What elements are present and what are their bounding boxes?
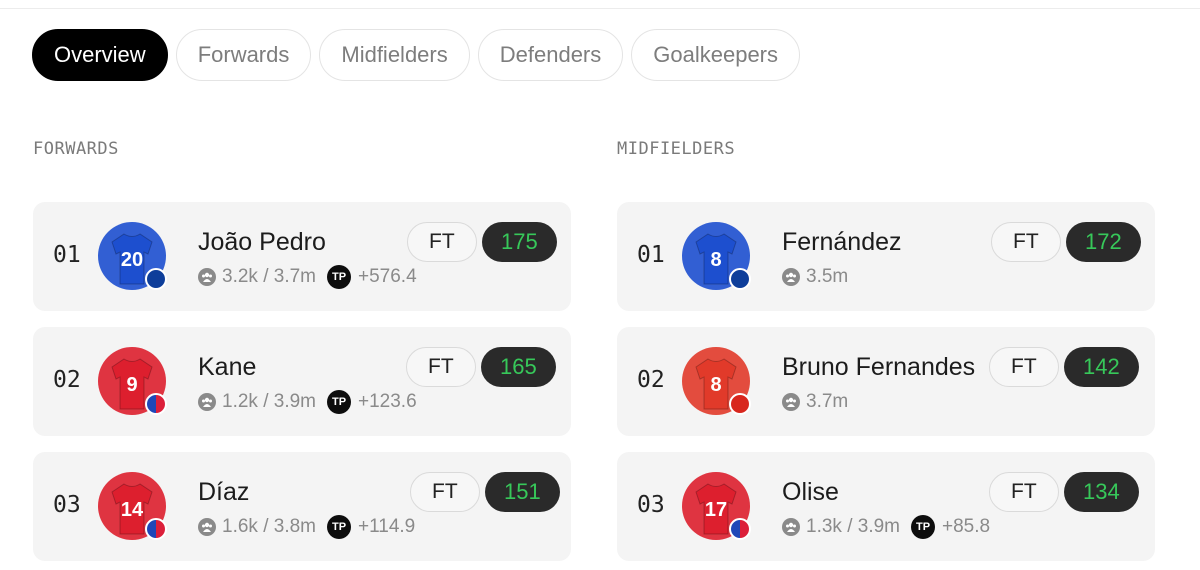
player-name: Bruno Fernandes [782, 353, 976, 381]
points-score: 142 [1064, 347, 1139, 387]
player-stats: 1.3k / 3.9m TP +85.8 [782, 515, 991, 539]
club-badge-icon [729, 518, 751, 540]
player-stats: 1.2k / 3.9m TP +123.6 [198, 390, 417, 414]
tab-defenders[interactable]: Defenders [477, 29, 624, 81]
tp-value: +85.8 [942, 516, 991, 537]
fixture-tag: FT [410, 472, 480, 512]
svg-text:14: 14 [121, 499, 144, 521]
player-rank: 01 [637, 242, 665, 268]
player-rank: 03 [637, 492, 665, 518]
svg-text:8: 8 [710, 374, 721, 396]
tp-icon: TP [911, 515, 935, 539]
tab-forwards[interactable]: Forwards [175, 29, 312, 81]
player-rank: 02 [53, 367, 81, 393]
player-stats: 3.2k / 3.7m TP +576.4 [198, 265, 417, 289]
player-name: Díaz [198, 478, 250, 506]
top-divider [0, 8, 1200, 9]
player-rank: 03 [53, 492, 81, 518]
player-card[interactable]: 01 8 Fernández 3.5m FT 172 [617, 202, 1155, 311]
people-icon [198, 268, 216, 286]
player-rank: 01 [53, 242, 81, 268]
tab-goalkeepers[interactable]: Goalkeepers [631, 29, 801, 81]
points-score: 151 [485, 472, 560, 512]
points-score: 165 [481, 347, 556, 387]
tp-icon: TP [327, 390, 351, 414]
club-badge-icon [729, 268, 751, 290]
managers-count: 1.3k / 3.9m [806, 516, 900, 537]
points-score: 172 [1066, 222, 1141, 262]
svg-text:17: 17 [705, 499, 727, 521]
tp-value: +123.6 [358, 391, 417, 412]
tp-icon: TP [327, 515, 351, 539]
fixture-tag: FT [406, 347, 476, 387]
points-score: 134 [1064, 472, 1139, 512]
svg-text:20: 20 [121, 249, 143, 271]
club-badge-icon [145, 518, 167, 540]
points-score: 175 [482, 222, 557, 262]
tp-value: +114.9 [358, 516, 416, 537]
tp-icon: TP [327, 265, 351, 289]
people-icon [782, 518, 800, 536]
player-rank: 02 [637, 367, 665, 393]
club-badge-icon [145, 393, 167, 415]
managers-count: 3.7m [806, 391, 849, 412]
tp-value: +576.4 [358, 266, 417, 287]
section-title-forwards: FORWARDS [33, 139, 119, 159]
fixture-tag: FT [989, 347, 1059, 387]
people-icon [198, 393, 216, 411]
club-badge-icon [145, 268, 167, 290]
svg-text:9: 9 [126, 374, 137, 396]
fixture-tag: FT [407, 222, 477, 262]
player-name: Kane [198, 353, 257, 381]
managers-count: 3.5m [806, 266, 849, 287]
people-icon [782, 268, 800, 286]
people-icon [782, 393, 800, 411]
player-stats: 3.5m [782, 266, 848, 288]
player-card[interactable]: 03 14 Díaz 1.6k / 3.8m TP +114.9 FT 151 [33, 452, 571, 561]
player-card[interactable]: 01 20 João Pedro 3.2k / 3.7m TP +576.4 FT 175 [33, 202, 571, 311]
fixture-tag: FT [989, 472, 1059, 512]
player-card[interactable]: 02 9 Kane 1.2k / 3.9m TP +123.6 FT 165 [33, 327, 571, 436]
managers-count: 3.2k / 3.7m [222, 266, 316, 287]
managers-count: 1.2k / 3.9m [222, 391, 316, 412]
club-badge-icon [729, 393, 751, 415]
tab-midfielders[interactable]: Midfielders [319, 29, 470, 81]
managers-count: 1.6k / 3.8m [222, 516, 316, 537]
section-title-midfielders: MIDFIELDERS [617, 139, 736, 159]
svg-text:8: 8 [710, 249, 721, 271]
position-tabs: Overview Forwards Midfielders Defenders Goal… [32, 29, 808, 81]
player-name: João Pedro [198, 228, 326, 256]
player-card[interactable]: 03 17 Olise 1.3k / 3.9m TP +85.8 FT 134 [617, 452, 1155, 561]
tab-overview[interactable]: Overview [32, 29, 168, 81]
fixture-tag: FT [991, 222, 1061, 262]
people-icon [198, 518, 216, 536]
player-card[interactable]: 02 8 Bruno Fernandes 3.7m FT 142 [617, 327, 1155, 436]
player-name: Olise [782, 478, 839, 506]
player-stats: 1.6k / 3.8m TP +114.9 [198, 515, 416, 539]
player-name: Fernández [782, 228, 902, 256]
player-stats: 3.7m [782, 391, 848, 413]
